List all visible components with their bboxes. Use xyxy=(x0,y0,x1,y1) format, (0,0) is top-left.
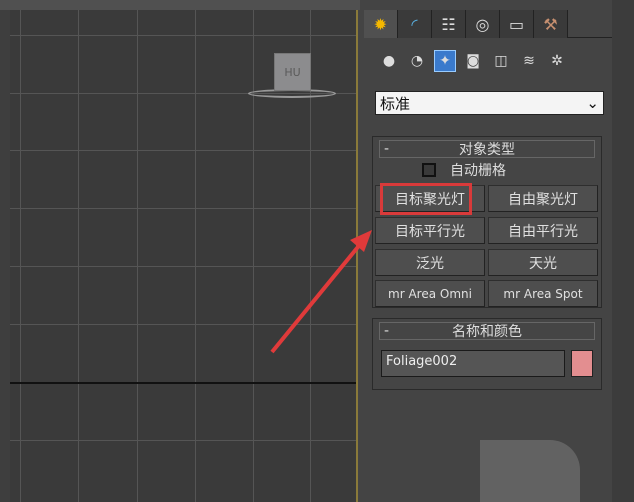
arrow-head xyxy=(350,230,372,252)
arrow-shaft xyxy=(270,240,364,354)
annotation-arrow xyxy=(270,230,372,354)
